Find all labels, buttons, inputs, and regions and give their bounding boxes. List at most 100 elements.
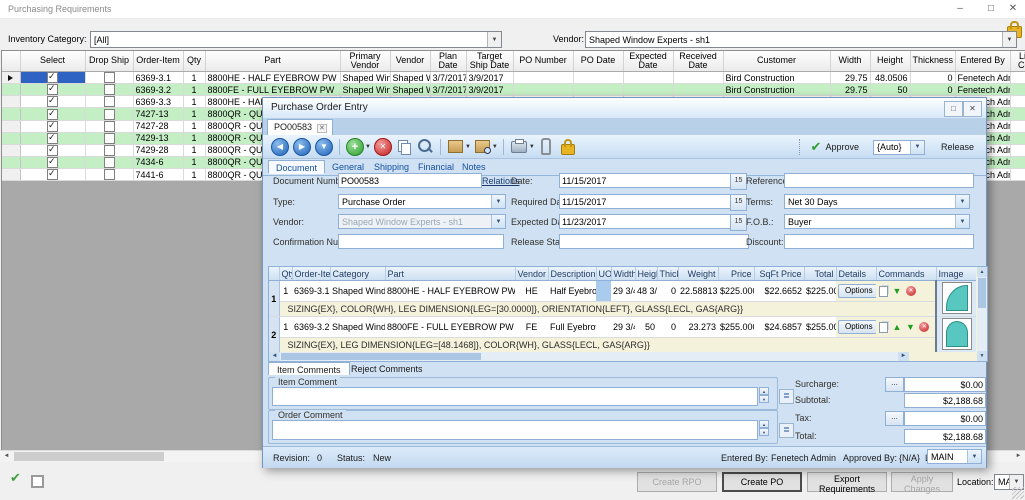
line-item-comment-cell[interactable] — [1010, 144, 1025, 156]
date-picker-button[interactable]: 15 — [730, 173, 747, 190]
confirmation-number-input[interactable] — [338, 234, 504, 249]
scroll-thumb[interactable] — [978, 278, 986, 308]
drop-ship-checkbox[interactable] — [104, 121, 115, 132]
qty-cell[interactable]: 1 — [183, 108, 205, 120]
back-icon[interactable]: ◀ — [271, 138, 289, 156]
category-cell[interactable]: Shaped Windows — [330, 317, 385, 338]
inventory-icon[interactable] — [448, 140, 463, 153]
scroll-thumb[interactable] — [281, 353, 481, 360]
scroll-left-icon[interactable]: ◄ — [269, 352, 280, 361]
required-date-input[interactable] — [559, 194, 731, 209]
part-cell[interactable]: 8800HE - HALF EYEBROW PW — [385, 281, 515, 302]
tab-close-icon[interactable]: ✕ — [317, 124, 327, 133]
column-header[interactable]: Line Item Comment — [1010, 51, 1025, 72]
column-header[interactable]: Qty — [279, 267, 292, 281]
column-header[interactable]: Description — [548, 267, 596, 281]
column-header[interactable]: Expected Date — [623, 51, 673, 72]
drop-ship-cell[interactable] — [85, 144, 133, 156]
approve-button[interactable]: Approve — [825, 142, 859, 152]
select-checkbox[interactable] — [47, 145, 58, 156]
order-item-cell[interactable]: 7427-28 — [133, 120, 183, 132]
drop-ship-checkbox[interactable] — [104, 145, 115, 156]
tax-input[interactable] — [904, 411, 986, 426]
select-cell[interactable] — [20, 84, 85, 96]
column-header[interactable]: Price — [718, 267, 754, 281]
tab-document[interactable]: Document — [268, 160, 325, 174]
fob-select[interactable]: Buyer▼ — [784, 214, 970, 229]
part-cell[interactable]: 8800FE - FULL EYEBROW PW — [205, 84, 340, 96]
column-header[interactable]: Drop Ship — [85, 51, 133, 72]
document-number-input[interactable] — [338, 173, 482, 188]
height-cell[interactable]: 48 3/64 — [635, 281, 657, 302]
search-icon[interactable] — [418, 139, 431, 152]
vendor-cell[interactable]: Shaped Win... — [390, 72, 430, 84]
select-cell[interactable] — [20, 169, 85, 181]
expected-date-cell[interactable] — [623, 84, 673, 96]
scroll-down-icon[interactable]: ▼ — [977, 351, 987, 361]
thickness-cell[interactable]: 0 — [657, 281, 678, 302]
drop-ship-cell[interactable] — [85, 156, 133, 168]
drop-ship-cell[interactable] — [85, 72, 133, 84]
order-comment-input[interactable] — [272, 420, 758, 440]
po-number-cell[interactable] — [513, 72, 573, 84]
price-cell[interactable]: $255.0000 — [718, 317, 754, 338]
width-cell[interactable]: 29 3/4 — [611, 281, 635, 302]
scroll-right-icon[interactable]: ► — [898, 352, 909, 361]
column-header[interactable]: Width — [611, 267, 635, 281]
column-header[interactable]: Vendor Part — [515, 267, 548, 281]
tab-item-comments[interactable]: Item Comments — [268, 362, 350, 375]
find-inventory-icon[interactable] — [475, 140, 490, 153]
qty-cell[interactable]: 1 — [183, 144, 205, 156]
vendor-part-cell[interactable]: FE — [515, 317, 548, 338]
drop-ship-cell[interactable] — [85, 132, 133, 144]
total-cell[interactable]: $255.00 — [804, 317, 836, 338]
vendor-part-cell[interactable]: HE — [515, 281, 548, 302]
vendor-select[interactable]: Shaped Window Experts - sh1▼ — [338, 214, 506, 229]
line-item-comment-cell[interactable] — [1010, 72, 1025, 84]
line-item-comment-cell[interactable] — [1010, 156, 1025, 168]
column-header[interactable]: UOM — [596, 267, 611, 281]
qty-cell[interactable]: 1 — [183, 84, 205, 96]
vendor-cell[interactable]: Shaped Win... — [390, 84, 430, 96]
order-item-cell[interactable]: 7441-6 — [133, 169, 183, 181]
category-cell[interactable]: Shaped Windows — [330, 281, 385, 302]
column-header[interactable]: Image — [936, 267, 976, 281]
column-header[interactable]: Customer — [723, 51, 830, 72]
thickness-cell[interactable]: 0 — [657, 317, 678, 338]
column-header[interactable]: SqFt Price — [754, 267, 804, 281]
forward-icon[interactable]: ▶ — [293, 138, 311, 156]
date-picker-button[interactable]: 15 — [730, 214, 747, 231]
column-header[interactable]: Part — [385, 267, 515, 281]
grid-horizontal-scrollbar[interactable]: ◄ ► — [269, 352, 909, 361]
drop-ship-cell[interactable] — [85, 84, 133, 96]
terms-select[interactable]: Net 30 Days▼ — [784, 194, 970, 209]
move-up-icon[interactable]: ▲ — [893, 323, 902, 332]
vendor-filter-select[interactable]: Shaped Window Experts - sh1 ▼ — [585, 31, 1017, 48]
select-checkbox[interactable] — [47, 109, 58, 120]
height-cell[interactable]: 50 — [635, 317, 657, 338]
order-item-cell[interactable]: 6369-3.2 — [292, 317, 330, 338]
surcharge-input[interactable] — [904, 377, 986, 392]
column-header[interactable]: Entered By — [955, 51, 1010, 72]
dialog-close-icon[interactable]: ✕ — [963, 101, 982, 117]
copy-icon[interactable] — [398, 140, 410, 154]
select-checkbox[interactable] — [47, 169, 58, 180]
target-ship-date-cell[interactable]: 3/9/2017 — [466, 72, 513, 84]
po-item-row[interactable]: 1 1 6369-3.1 Shaped Windows 8800HE - HAL… — [269, 281, 976, 302]
row-selector[interactable] — [2, 108, 20, 120]
requirement-row[interactable]: 6369-3.2 1 8800FE - FULL EYEBROW PW Shap… — [2, 84, 1025, 96]
drop-ship-cell[interactable] — [85, 108, 133, 120]
line-item-comment-cell[interactable] — [1010, 96, 1025, 108]
description-cell[interactable]: Half Eyebrow — [548, 281, 596, 302]
expected-date-cell[interactable] — [623, 72, 673, 84]
plan-date-cell[interactable]: 3/7/2017 — [430, 84, 466, 96]
tab-financial[interactable]: Financial — [411, 160, 461, 174]
release-mode-select[interactable]: {Auto} ▼ — [873, 140, 925, 155]
height-cell[interactable]: 50 — [870, 84, 910, 96]
line-item-comment-cell[interactable] — [1010, 120, 1025, 132]
column-header[interactable]: Total — [804, 267, 836, 281]
drop-ship-cell[interactable] — [85, 120, 133, 132]
select-cell[interactable] — [20, 144, 85, 156]
reference-input[interactable] — [784, 173, 974, 188]
order-item-cell[interactable]: 7429-28 — [133, 144, 183, 156]
